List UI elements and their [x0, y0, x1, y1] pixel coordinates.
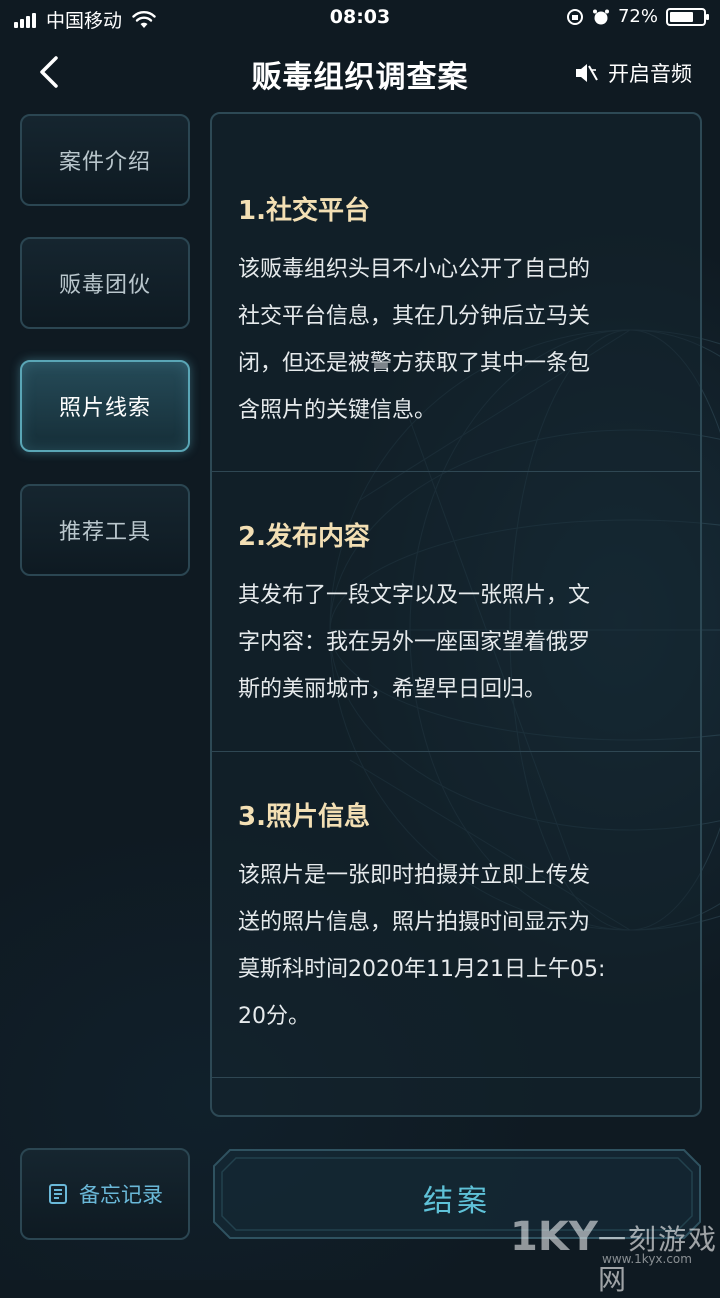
body-line: 该贩毒组织头目不小心公开了自己的 — [238, 257, 591, 282]
body-line: 含照片的关键信息。 — [238, 398, 437, 423]
battery-percent: 72% — [617, 6, 658, 27]
watermark-url: www.1kyx.com — [602, 1252, 692, 1266]
status-bar: 中国移动 08:03 72% — [0, 0, 720, 36]
section-title: 1.社交平台 — [238, 196, 370, 226]
alarm-icon — [592, 9, 609, 24]
tab-label: 照片线索 — [58, 396, 151, 421]
section-body: 该照片是一张即时拍摄并立即上传发 送的照片信息，照片拍摄时间显示为 莫斯科时间2… — [238, 852, 668, 1040]
body-line: 该照片是一张即时拍摄并立即上传发 — [238, 863, 591, 888]
sound-toggle[interactable]: 开启音频 — [574, 58, 692, 88]
speaker-muted-icon — [576, 64, 598, 82]
orientation-lock-icon — [566, 8, 583, 25]
header: 贩毒组织调查案 开启音频 — [0, 36, 720, 112]
body-line: 其发布了一段文字以及一张照片，文 — [238, 583, 591, 608]
body-line: 斯的美丽城市，希望早日回归。 — [238, 677, 547, 702]
tab-label: 推荐工具 — [58, 520, 151, 545]
section-divider — [212, 471, 700, 472]
tab-label: 贩毒团伙 — [58, 273, 151, 298]
tab-drug-gang[interactable]: 贩毒团伙 — [20, 237, 190, 329]
tab-photo-clues[interactable]: 照片线索 — [20, 360, 190, 452]
section-title: 2.发布内容 — [238, 522, 370, 552]
section-divider — [212, 751, 700, 752]
watermark-logo: 1KY — [510, 1214, 598, 1260]
body-line: 字内容：我在另外一座国家望着俄罗 — [238, 630, 591, 655]
content-panel: 1.社交平台 该贩毒组织头目不小心公开了自己的 社交平台信息，其在几分钟后立马关… — [210, 112, 702, 1117]
section-title: 3.照片信息 — [238, 802, 370, 832]
memo-button[interactable]: 备忘记录 — [20, 1148, 190, 1240]
tab-label: 案件介绍 — [58, 150, 151, 175]
notebook-icon — [49, 1184, 67, 1204]
battery-icon — [666, 7, 709, 26]
memo-label: 备忘记录 — [79, 1183, 163, 1207]
body-line: 莫斯科时间2020年11月21日上午05: — [238, 957, 606, 982]
body-line: 社交平台信息，其在几分钟后立马关 — [238, 304, 591, 329]
section-divider — [212, 1077, 700, 1078]
sound-toggle-label: 开启音频 — [608, 62, 692, 86]
section-body: 其发布了一段文字以及一张照片，文 字内容：我在另外一座国家望着俄罗 斯的美丽城市… — [238, 572, 668, 713]
site-watermark: 1KY 一刻游戏网 www.1kyx.com — [510, 1210, 720, 1296]
tab-recommended-tools[interactable]: 推荐工具 — [20, 484, 190, 576]
body-line: 送的照片信息，照片拍摄时间显示为 — [238, 910, 591, 935]
section-body: 该贩毒组织头目不小心公开了自己的 社交平台信息，其在几分钟后立马关 闭，但还是被… — [238, 246, 668, 434]
body-line: 闭，但还是被警方获取了其中一条包 — [238, 351, 591, 376]
body-line: 20分。 — [238, 1004, 310, 1029]
tab-case-intro[interactable]: 案件介绍 — [20, 114, 190, 206]
